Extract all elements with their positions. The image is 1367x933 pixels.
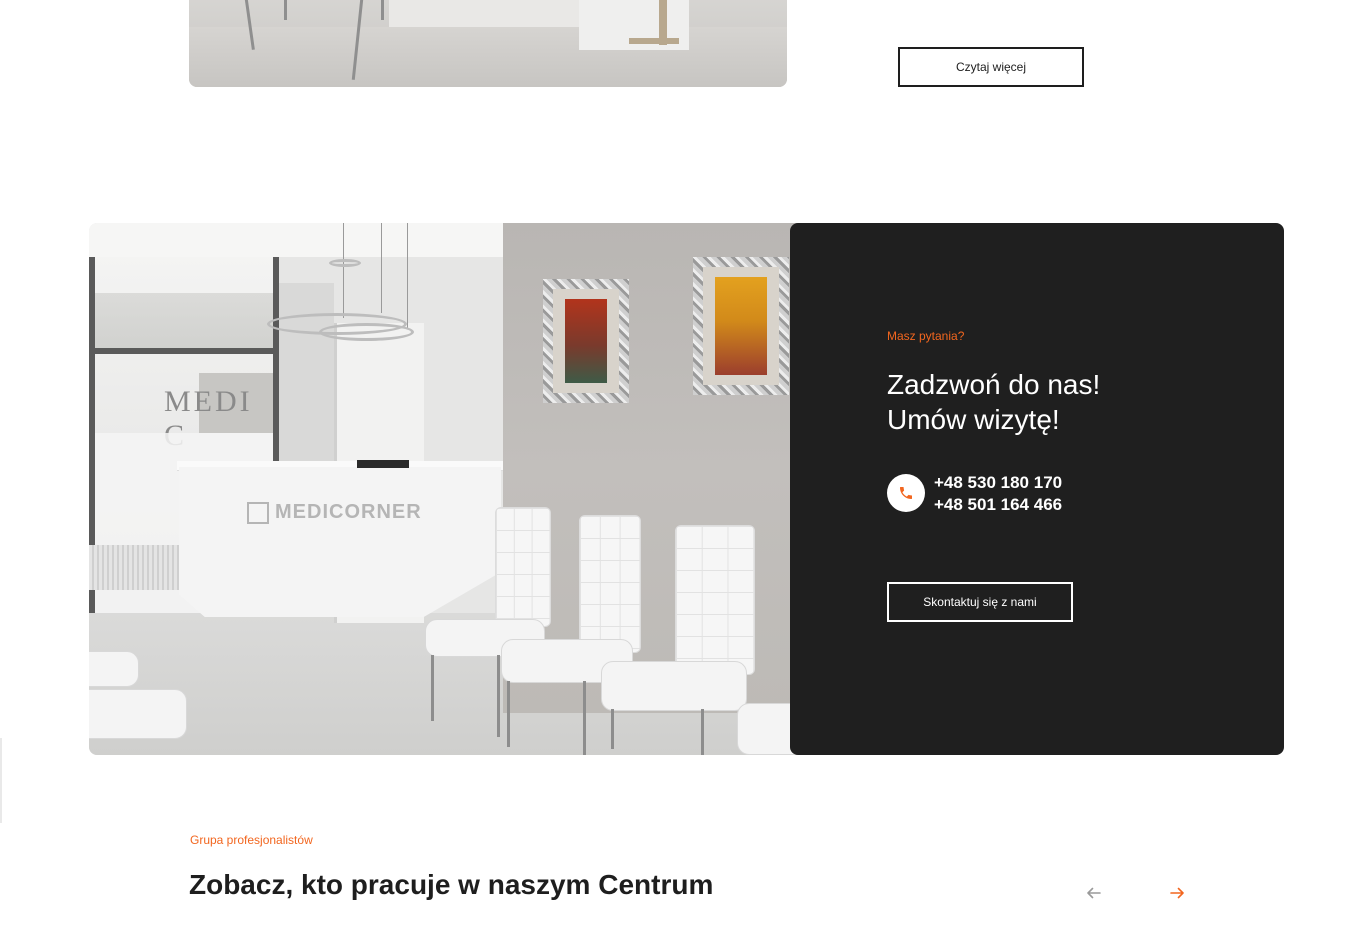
ceiling-lamp xyxy=(329,259,361,267)
monitor xyxy=(357,460,409,468)
contact-heading-line-1: Zadzwoń do nas! xyxy=(887,369,1101,400)
office-photo-top xyxy=(189,0,787,87)
contact-card: Masz pytania? Zadzwoń do nas! Umów wizyt… xyxy=(790,223,1284,755)
photo-radiator xyxy=(89,545,189,590)
page-edge-divider xyxy=(0,738,2,823)
reception-desk xyxy=(179,467,501,617)
contact-eyebrow: Masz pytania? xyxy=(887,329,965,343)
arrow-left-icon[interactable] xyxy=(1085,884,1105,904)
phone-icon xyxy=(887,474,925,512)
arrow-right-icon[interactable] xyxy=(1168,884,1188,904)
phone-number-1[interactable]: +48 530 180 170 xyxy=(934,472,1062,494)
reception-photo: MEDI C MEDICORNER xyxy=(89,223,799,755)
contact-us-button[interactable]: Skontaktuj się z nami xyxy=(887,582,1073,622)
team-eyebrow: Grupa profesjonalistów xyxy=(190,833,313,847)
photo-stand-base xyxy=(629,38,679,44)
chair-leg xyxy=(381,0,384,20)
phone-number-2[interactable]: +48 501 164 466 xyxy=(934,494,1062,516)
phone-numbers: +48 530 180 170 +48 501 164 466 xyxy=(934,472,1062,516)
painting xyxy=(693,257,789,395)
photo-ceiling xyxy=(89,223,509,257)
chair-leg xyxy=(284,0,287,20)
logo-mark-icon xyxy=(247,501,269,524)
desk-logo: MEDICORNER xyxy=(247,501,422,524)
contact-heading-line-2: Umów wizytę! xyxy=(887,404,1060,435)
read-more-button[interactable]: Czytaj więcej xyxy=(898,47,1084,87)
photo-floor xyxy=(189,27,787,87)
contact-heading: Zadzwoń do nas! Umów wizytę! xyxy=(887,367,1100,437)
painting xyxy=(543,279,629,403)
ceiling-lamp xyxy=(319,323,414,341)
team-title: Zobacz, kto pracuje w naszym Centrum xyxy=(189,869,714,900)
